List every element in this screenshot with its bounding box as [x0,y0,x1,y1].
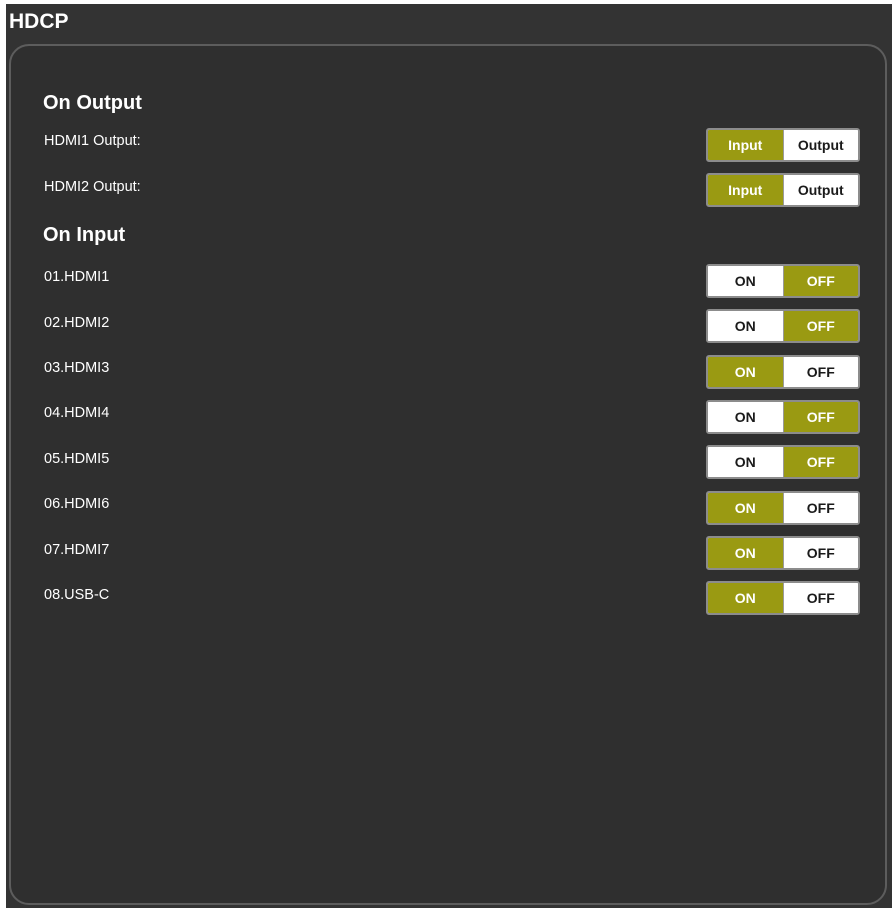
hdmi2-output-toggle[interactable]: Input Output [706,173,860,207]
input-label-hdmi2: 02.HDMI2 [44,315,110,331]
input-toggle-usb-c[interactable]: ON OFF [706,581,860,615]
input-label-hdmi7: 07.HDMI7 [44,542,110,558]
section-title-on-input: On Input [43,224,126,246]
hdmi2-output-output-option[interactable]: Output [782,175,858,205]
input-toggle-hdmi4[interactable]: ON OFF [706,400,860,434]
input-hdmi3-off-option[interactable]: OFF [782,357,858,387]
input-toggle-hdmi2[interactable]: ON OFF [706,309,860,343]
hdmi2-output-input-option[interactable]: Input [708,175,783,205]
input-toggle-hdmi3[interactable]: ON OFF [706,355,860,389]
input-hdmi2-off-option[interactable]: OFF [782,311,858,341]
input-hdmi7-off-option[interactable]: OFF [782,538,858,568]
hdcp-page: HDCP On Output HDMI1 Output: Input Outpu… [6,4,892,908]
hdmi1-output-output-option[interactable]: Output [782,130,858,160]
input-toggle-hdmi5[interactable]: ON OFF [706,445,860,479]
input-hdmi1-on-option[interactable]: ON [708,266,783,296]
hdmi1-output-toggle[interactable]: Input Output [706,128,860,162]
input-hdmi3-on-option[interactable]: ON [708,357,783,387]
page-title: HDCP [9,10,69,33]
hdmi1-output-label: HDMI1 Output: [44,133,141,149]
input-hdmi7-on-option[interactable]: ON [708,538,783,568]
section-title-on-output: On Output [43,92,142,114]
input-usb-c-off-option[interactable]: OFF [782,583,858,613]
input-toggle-hdmi7[interactable]: ON OFF [706,536,860,570]
input-label-hdmi3: 03.HDMI3 [44,360,110,376]
input-hdmi4-off-option[interactable]: OFF [782,402,858,432]
input-hdmi1-off-option[interactable]: OFF [782,266,858,296]
input-hdmi5-off-option[interactable]: OFF [782,447,858,477]
input-hdmi4-on-option[interactable]: ON [708,402,783,432]
input-label-hdmi4: 04.HDMI4 [44,405,110,421]
input-label-hdmi5: 05.HDMI5 [44,451,110,467]
input-hdmi2-on-option[interactable]: ON [708,311,783,341]
input-label-hdmi1: 01.HDMI1 [44,269,110,285]
hdcp-panel: On Output HDMI1 Output: Input Output HDM… [9,44,887,905]
input-toggle-hdmi1[interactable]: ON OFF [706,264,860,298]
input-usb-c-on-option[interactable]: ON [708,583,783,613]
input-label-hdmi6: 06.HDMI6 [44,496,110,512]
input-hdmi6-off-option[interactable]: OFF [782,493,858,523]
hdmi2-output-label: HDMI2 Output: [44,179,141,195]
input-hdmi6-on-option[interactable]: ON [708,493,783,523]
input-label-usb-c: 08.USB-C [44,587,110,603]
input-toggle-hdmi6[interactable]: ON OFF [706,491,860,525]
input-hdmi5-on-option[interactable]: ON [708,447,783,477]
hdmi1-output-input-option[interactable]: Input [708,130,783,160]
